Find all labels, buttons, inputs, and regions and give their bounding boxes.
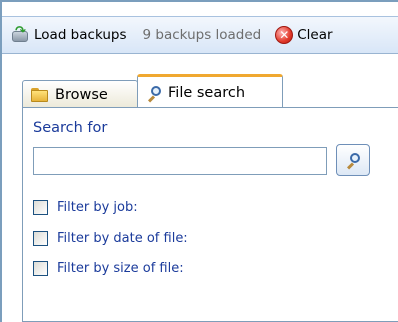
filter-by-size-label: Filter by size of file:: [57, 261, 184, 276]
backups-status: 9 backups loaded: [142, 27, 262, 43]
filter-by-job[interactable]: Filter by job:: [33, 200, 138, 215]
file-search-panel: Search for Filter by job: Filter by date…: [22, 107, 398, 322]
tab-file-search-label: File search: [168, 84, 246, 101]
search-icon: [146, 85, 162, 103]
load-backups-button[interactable]: ↷ Load backups: [10, 25, 127, 45]
window-top-border: [0, 0, 398, 2]
clear-icon: ✕: [275, 26, 294, 44]
filter-by-date[interactable]: Filter by date of file:: [33, 231, 188, 246]
toolbar: ↷ Load backups 9 backups loaded ✕ Clear: [2, 16, 398, 54]
tab-browse[interactable]: Browse: [22, 80, 138, 108]
tab-strip: Browse File search: [22, 74, 398, 108]
filter-by-date-checkbox[interactable]: [33, 231, 48, 246]
load-backups-label: Load backups: [34, 27, 127, 43]
filter-by-size[interactable]: Filter by size of file:: [33, 261, 184, 276]
tab-browse-label: Browse: [55, 86, 108, 103]
search-button-icon: [345, 152, 361, 170]
search-input[interactable]: [33, 147, 327, 175]
filter-by-job-checkbox[interactable]: [33, 200, 48, 215]
filter-by-size-checkbox[interactable]: [33, 261, 48, 276]
filter-by-date-label: Filter by date of file:: [57, 231, 188, 246]
filter-by-job-label: Filter by job:: [57, 200, 138, 215]
load-backups-icon: ↷: [10, 25, 32, 45]
search-button[interactable]: [336, 144, 370, 176]
folder-icon: [31, 87, 49, 102]
tab-file-search[interactable]: File search: [137, 74, 283, 108]
clear-button[interactable]: ✕ Clear: [275, 26, 333, 44]
clear-label: Clear: [297, 27, 333, 43]
search-for-heading: Search for: [33, 120, 108, 136]
